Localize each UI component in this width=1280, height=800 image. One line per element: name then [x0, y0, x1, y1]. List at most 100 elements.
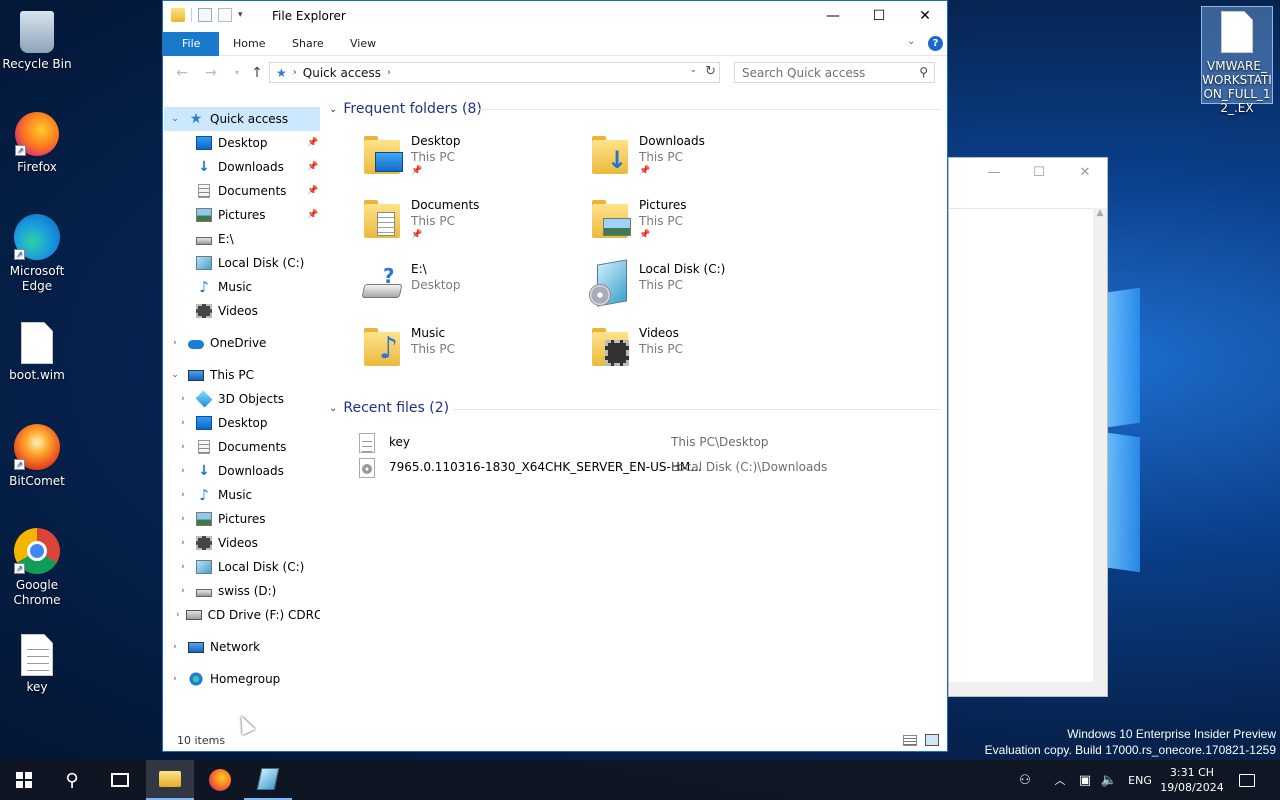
address-history-dropdown-icon[interactable]: ⌄	[689, 65, 697, 75]
breadcrumb-separator-icon[interactable]: ›	[387, 67, 391, 78]
desktop-icon-boot-wim[interactable]: boot.wim	[0, 322, 74, 383]
recent-locations-icon[interactable]: ▾	[227, 64, 247, 82]
folder-tile-downloads[interactable]: ↓ Downloads This PC 📌	[589, 134, 809, 190]
maximize-button[interactable]: ☐	[856, 1, 902, 32]
show-hidden-icons-icon[interactable]: ︿	[1050, 760, 1070, 800]
action-center-button[interactable]	[1232, 760, 1262, 800]
nav-qa-e-drive[interactable]: E:\	[164, 227, 320, 251]
expand-chevron-icon[interactable]: ›	[176, 466, 190, 476]
expand-chevron-icon[interactable]: ›	[176, 610, 180, 620]
close-icon[interactable]: ✕	[1062, 162, 1108, 184]
expand-chevron-icon[interactable]: ›	[168, 338, 182, 348]
nav-pc-downloads[interactable]: › ↓ Downloads	[164, 459, 320, 483]
folder-tile-local-disk[interactable]: Local Disk (C:) This PC	[589, 259, 809, 318]
tab-view[interactable]: View	[337, 32, 389, 56]
nav-pc-3d-objects[interactable]: › 3D Objects	[164, 387, 320, 411]
desktop-icon-key[interactable]: key	[0, 634, 74, 695]
forward-arrow-icon[interactable]: →	[201, 64, 221, 82]
expand-chevron-icon[interactable]: ›	[176, 586, 190, 596]
title-bar[interactable]: ▾ File Explorer — ☐ ✕	[163, 1, 947, 32]
expand-chevron-icon[interactable]: ›	[176, 418, 190, 428]
nav-pc-local-disk[interactable]: › Local Disk (C:)	[164, 555, 320, 579]
nav-qa-local-disk[interactable]: Local Disk (C:)	[164, 251, 320, 275]
help-icon[interactable]: ?	[928, 36, 943, 51]
volume-icon[interactable]: 🔈	[1098, 760, 1120, 800]
search-icon[interactable]: ⚲	[919, 65, 928, 79]
maximize-icon[interactable]: ☐	[1016, 162, 1062, 184]
expand-ribbon-icon[interactable]: ⌄	[907, 36, 915, 47]
folder-tile-documents[interactable]: Documents This PC 📌	[361, 198, 581, 254]
address-bar[interactable]: ★ › Quick access › ⌄ ↻	[269, 62, 720, 83]
vertical-scrollbar[interactable]: ▲	[1093, 208, 1107, 682]
expand-chevron-icon[interactable]: ›	[176, 562, 190, 572]
nav-homegroup[interactable]: › Homegroup	[164, 667, 320, 691]
up-arrow-icon[interactable]: ↑	[247, 64, 267, 82]
nav-this-pc[interactable]: ⌄ This PC	[164, 363, 320, 387]
large-icons-view-icon[interactable]	[925, 734, 939, 746]
nav-onedrive[interactable]: › OneDrive	[164, 331, 320, 355]
desktop-icon-recycle-bin[interactable]: Recycle Bin	[0, 8, 74, 72]
nav-qa-downloads[interactable]: ↓ Downloads 📌	[164, 155, 320, 179]
taskbar-file-explorer[interactable]	[146, 760, 194, 800]
breadcrumb-quick-access[interactable]: Quick access	[303, 66, 381, 80]
expand-chevron-icon[interactable]: ›	[176, 514, 190, 524]
nav-quick-access[interactable]: ⌄ ★ Quick access	[164, 107, 320, 131]
nav-pc-swiss-drive[interactable]: › swiss (D:)	[164, 579, 320, 603]
tab-file[interactable]: File	[163, 32, 220, 56]
breadcrumb-separator-icon[interactable]: ›	[293, 67, 297, 78]
nav-pc-music[interactable]: › ♪ Music	[164, 483, 320, 507]
search-button[interactable]: ⚲	[48, 760, 96, 800]
back-arrow-icon[interactable]: ←	[172, 64, 192, 82]
desktop-icon-edge[interactable]: ↗ Microsoft Edge	[0, 214, 74, 294]
pin-icon[interactable]: 📌	[307, 210, 318, 220]
expand-chevron-icon[interactable]: ›	[168, 642, 182, 652]
collapse-chevron-icon[interactable]: ⌄	[329, 104, 337, 115]
desktop-icon-chrome[interactable]: ↗ Google Chrome	[0, 528, 74, 608]
nav-pc-cd-drive[interactable]: › CD Drive (F:) CDROI	[164, 603, 320, 627]
nav-pc-desktop[interactable]: › Desktop	[164, 411, 320, 435]
nav-pc-documents[interactable]: › Documents	[164, 435, 320, 459]
clock[interactable]: 3:31 CH 19/08/2024	[1158, 760, 1226, 800]
desktop-icon-bitcomet[interactable]: ↗ BitComet	[0, 424, 74, 489]
expand-chevron-icon[interactable]: ›	[176, 490, 190, 500]
search-input[interactable]	[735, 63, 905, 82]
details-view-icon[interactable]	[903, 735, 917, 746]
expand-chevron-icon[interactable]: ›	[176, 538, 190, 548]
folder-tile-pictures[interactable]: Pictures This PC 📌	[589, 198, 809, 254]
folder-tile-videos[interactable]: Videos This PC	[589, 326, 809, 382]
pin-icon[interactable]: 📌	[307, 138, 318, 148]
nav-qa-documents[interactable]: Documents 📌	[164, 179, 320, 203]
pin-icon[interactable]: 📌	[307, 162, 318, 172]
refresh-icon[interactable]: ↻	[705, 64, 716, 79]
nav-qa-desktop[interactable]: Desktop 📌	[164, 131, 320, 155]
desktop-icon-firefox[interactable]: ↗ Firefox	[0, 112, 74, 175]
properties-icon[interactable]	[198, 8, 212, 22]
frequent-folders-header[interactable]: ⌄ Frequent folders (8)	[329, 101, 482, 117]
folder-tile-desktop[interactable]: Desktop This PC 📌	[361, 134, 581, 190]
folder-icon[interactable]	[171, 8, 185, 22]
expand-chevron-icon[interactable]: ⌄	[168, 114, 182, 124]
search-box[interactable]: ⚲	[734, 62, 935, 83]
customize-toolbar-dropdown-icon[interactable]: ▾	[238, 10, 243, 20]
nav-pc-pictures[interactable]: › Pictures	[164, 507, 320, 531]
expand-chevron-icon[interactable]: ›	[168, 674, 182, 684]
folder-tile-music[interactable]: ♪ Music This PC	[361, 326, 581, 382]
expand-chevron-icon[interactable]: ›	[176, 394, 190, 404]
network-status-icon[interactable]: ▣	[1074, 760, 1096, 800]
new-folder-icon[interactable]	[218, 8, 232, 22]
nav-qa-music[interactable]: ♪ Music	[164, 275, 320, 299]
pin-icon[interactable]: 📌	[307, 186, 318, 196]
folder-tile-e-drive[interactable]: ? E:\ Desktop	[361, 262, 581, 318]
horizontal-scrollbar[interactable]	[949, 682, 1107, 696]
taskbar-firefox[interactable]	[196, 760, 244, 800]
recent-file-row[interactable]: key This PC\Desktop	[359, 432, 919, 454]
start-button[interactable]	[0, 760, 48, 800]
nav-network[interactable]: › Network	[164, 635, 320, 659]
taskbar-app[interactable]	[244, 760, 292, 800]
nav-pc-videos[interactable]: › Videos	[164, 531, 320, 555]
input-language[interactable]: ENG	[1124, 760, 1156, 800]
minimize-icon[interactable]: —	[971, 162, 1017, 184]
people-icon[interactable]: ⚇	[1012, 760, 1038, 800]
background-window[interactable]: — ☐ ✕ ▲	[948, 157, 1108, 697]
nav-qa-pictures[interactable]: Pictures 📌	[164, 203, 320, 227]
